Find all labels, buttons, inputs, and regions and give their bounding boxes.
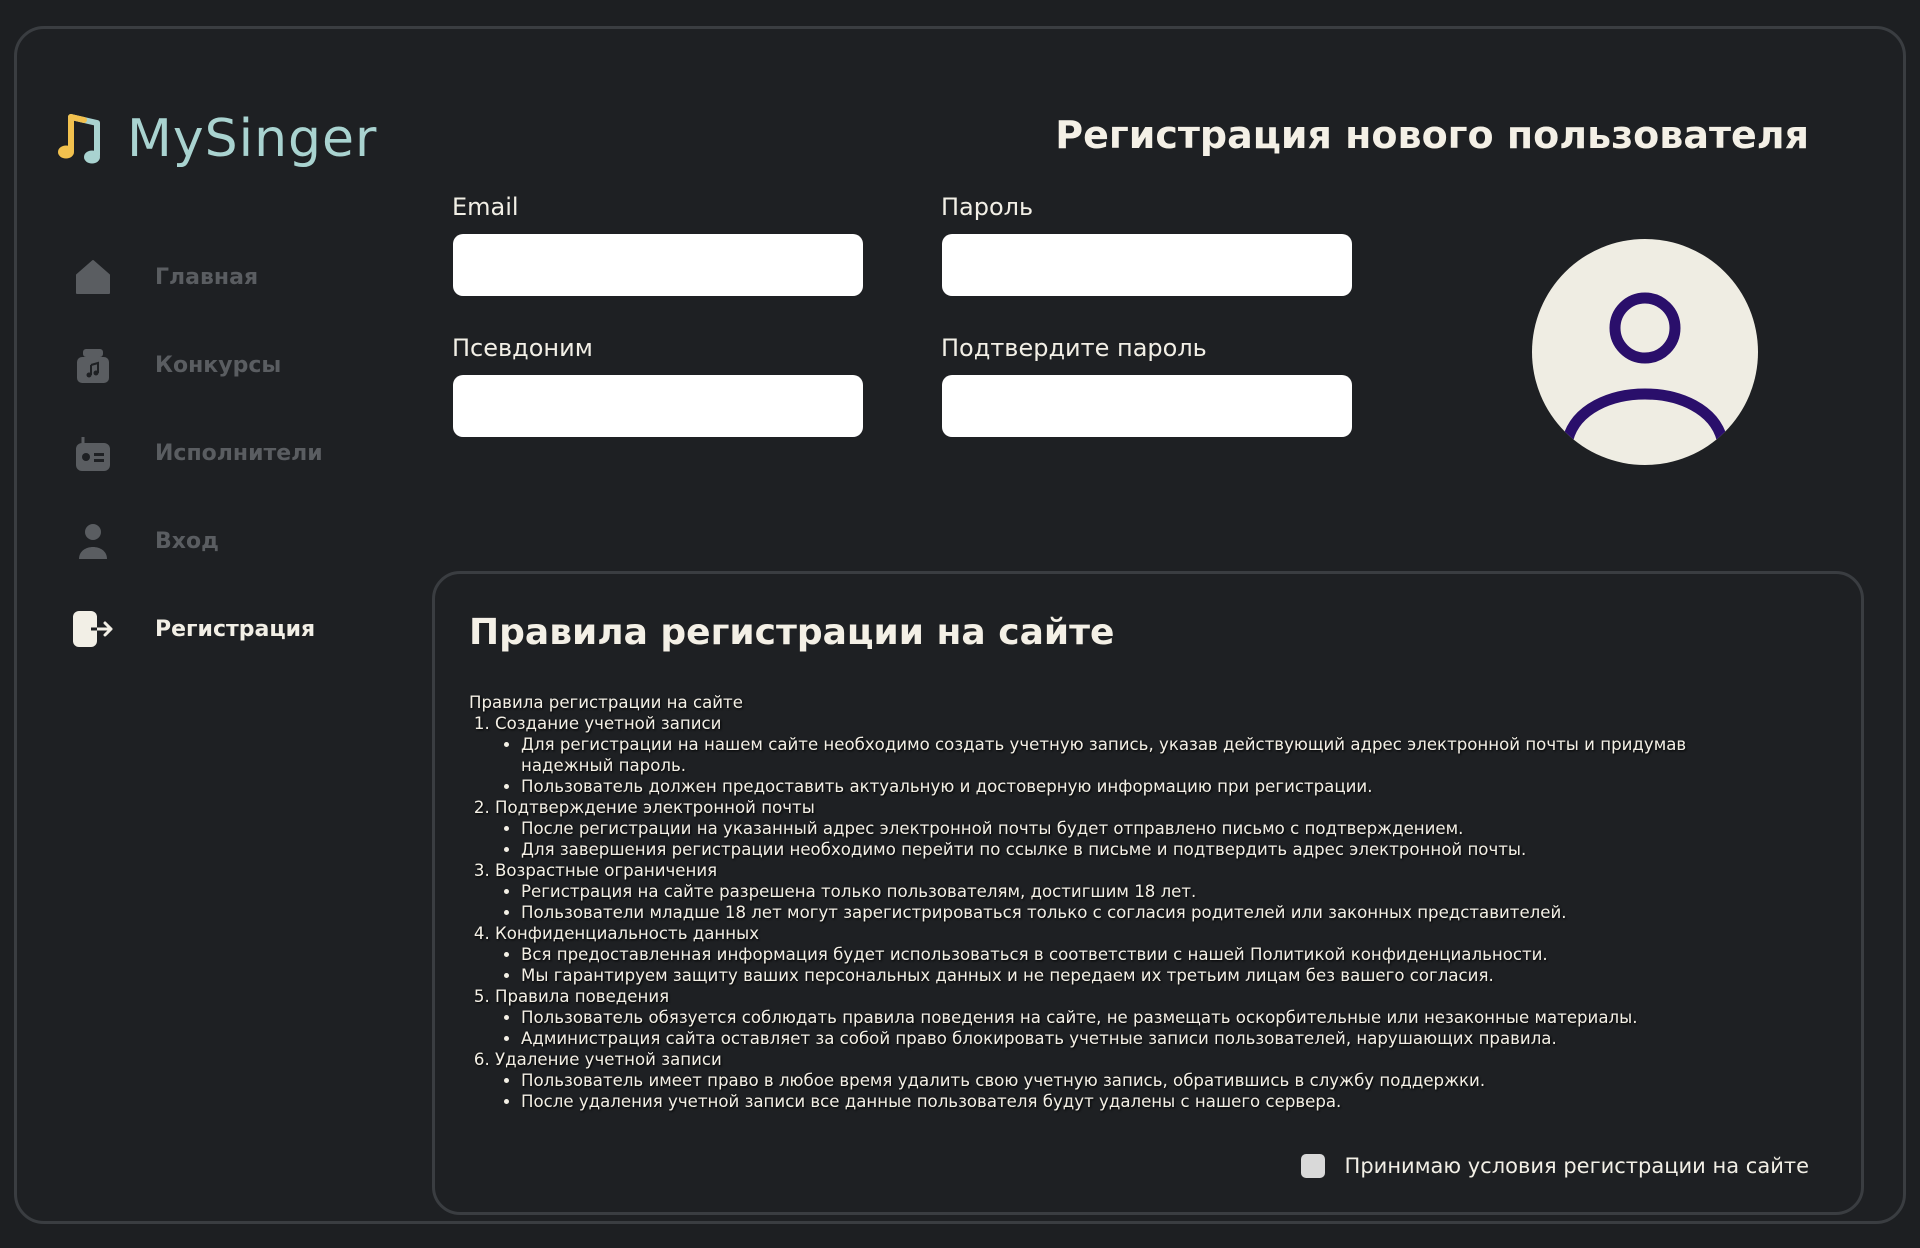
rules-point: Вся предоставленная информация будет исп… [521,944,1709,965]
sidebar-item-label: Конкурсы [155,352,282,378]
accept-terms-checkbox[interactable] [1300,1154,1325,1178]
music-note-icon [58,114,100,164]
rules-section-heading: Подтверждение электронной почты [495,798,815,817]
brand-name: MySinger [127,109,378,169]
page-title: Регистрация нового пользователя [1055,113,1809,157]
confirm-password-label: Подтвердите пароль [941,334,1207,362]
logout-arrow-icon [71,607,115,651]
rules-section-heading: Конфиденциальность данных [495,924,760,943]
rules-list: Создание учетной записи Для регистрации … [495,713,1709,1112]
rules-section: Удаление учетной записи Пользователь име… [495,1049,1709,1112]
sidebar-nav: Главная Конкурсы Исполнители Вход Регист… [71,233,371,673]
email-label: Email [452,193,519,221]
nickname-label: Псевдоним [452,334,593,362]
rules-point: После регистрации на указанный адрес эле… [521,818,1709,839]
sidebar-item-label: Регистрация [155,616,316,642]
rules-section: Конфиденциальность данных Вся предоставл… [495,923,1709,986]
rules-point: Пользователь обязуется соблюдать правила… [521,1007,1709,1028]
password-field[interactable] [942,234,1352,296]
rules-point: После удаления учетной записи все данные… [521,1091,1709,1112]
rules-point: Администрация сайта оставляет за собой п… [521,1028,1709,1049]
sidebar-item-label: Вход [155,528,219,554]
sidebar-item-label: Главная [155,264,259,290]
brand-logo[interactable]: MySinger [57,109,377,169]
accept-terms[interactable]: Принимаю условия регистрации на сайте [1300,1154,1809,1178]
accept-terms-label[interactable]: Принимаю условия регистрации на сайте [1345,1154,1809,1178]
rules-point: Регистрация на сайте разрешена только по… [521,881,1709,902]
rules-text: Правила регистрации на сайте Создание уч… [469,692,1709,1112]
email-field[interactable] [453,234,863,296]
rules-point: Для завершения регистрации необходимо пе… [521,839,1709,860]
confirm-password-field[interactable] [942,375,1352,437]
rules-section-heading: Правила поведения [495,987,670,1006]
user-icon [71,519,115,563]
sidebar-item-home[interactable]: Главная [71,233,371,321]
sidebar-item-label: Исполнители [155,440,323,466]
rules-point: Пользователи младше 18 лет могут зарегис… [521,902,1709,923]
home-icon [71,255,115,299]
sidebar-item-contests[interactable]: Конкурсы [71,321,371,409]
avatar-upload[interactable] [1532,239,1758,465]
rules-section-heading: Создание учетной записи [495,714,722,733]
rules-point: Пользователь должен предоставить актуаль… [521,776,1709,797]
avatar-user-icon [1562,292,1728,445]
rules-section-heading: Удаление учетной записи [495,1050,722,1069]
sidebar-item-registration[interactable]: Регистрация [71,585,371,673]
nickname-field[interactable] [453,375,863,437]
rules-title: Правила регистрации на сайте [469,612,1115,653]
rules-section: Создание учетной записи Для регистрации … [495,713,1709,797]
rules-point: Пользователь имеет право в любое время у… [521,1070,1709,1091]
rules-section: Подтверждение электронной почты После ре… [495,797,1709,860]
rules-point: Для регистрации на нашем сайте необходим… [521,734,1709,776]
rules-point: Мы гарантируем защиту ваших персональных… [521,965,1709,986]
rules-section-heading: Возрастные ограничения [495,861,718,880]
rules-section: Возрастные ограничения Регистрация на са… [495,860,1709,923]
password-label: Пароль [941,193,1034,221]
rules-intro: Правила регистрации на сайте [469,693,743,712]
rules-panel: Правила регистрации на сайте Правила рег… [432,571,1864,1215]
sidebar-item-login[interactable]: Вход [71,497,371,585]
contest-icon [71,343,115,387]
sidebar-item-performers[interactable]: Исполнители [71,409,371,497]
radio-icon [71,431,115,475]
rules-section: Правила поведения Пользователь обязуется… [495,986,1709,1049]
app-window: MySinger Регистрация нового пользователя… [14,26,1906,1224]
